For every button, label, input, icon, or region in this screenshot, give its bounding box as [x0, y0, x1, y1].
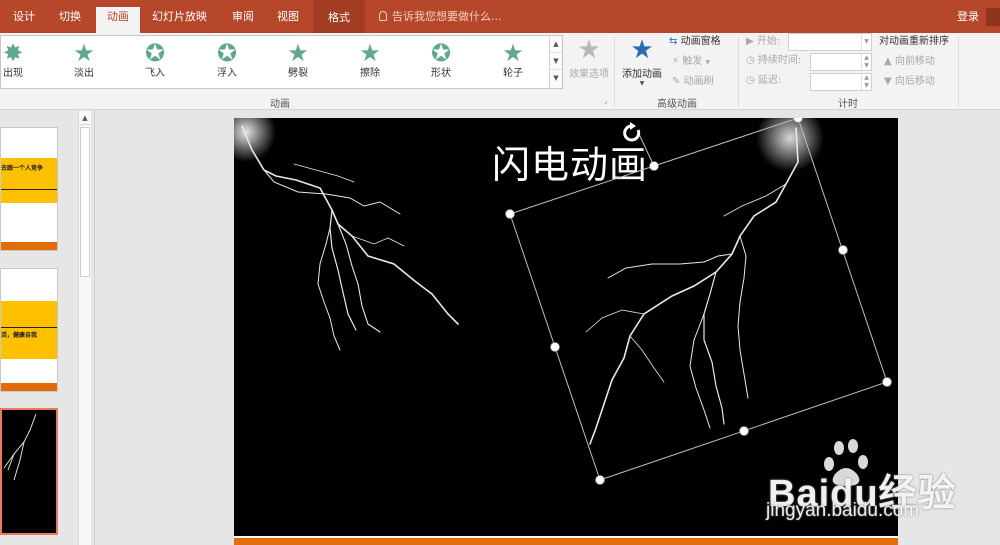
- divider: [614, 37, 615, 107]
- group-label-advanced: 高级动画: [657, 99, 697, 110]
- thumbnail-scrollbar[interactable]: ▲: [78, 111, 91, 545]
- tab-slideshow[interactable]: 幻灯片放映: [152, 7, 207, 33]
- lightning-thumbnail-image: [3, 413, 37, 481]
- tell-me-box[interactable]: 告诉我您想要做什么...: [379, 7, 502, 27]
- anim-shape[interactable]: ✪ 形状: [411, 40, 471, 81]
- spinner-icon[interactable]: ▲ ▼: [861, 74, 871, 90]
- group-label-timing: 计时: [838, 99, 858, 110]
- clock-icon: ◷: [746, 55, 755, 66]
- anim-wheel[interactable]: ★ 轮子: [483, 40, 543, 81]
- thumb-rule: [1, 189, 57, 190]
- play-icon: ▶: [746, 36, 754, 47]
- rotate-handle-icon[interactable]: [623, 122, 641, 142]
- add-star-icon: ★: [630, 35, 654, 65]
- resize-handle[interactable]: [739, 426, 749, 436]
- star-icon: ★: [73, 39, 95, 67]
- trigger-button[interactable]: ⚡ 触发 ▼: [672, 55, 710, 70]
- lightning-icon: ⚡: [672, 56, 680, 67]
- anim-appear[interactable]: ✸ 出现: [0, 40, 43, 81]
- spinner-icon[interactable]: ▲ ▼: [861, 54, 871, 70]
- login-link[interactable]: 登录: [957, 7, 979, 27]
- tab-transitions[interactable]: 切换: [59, 7, 81, 33]
- thumb-text: 去跟一个人竞争: [1, 165, 44, 172]
- chevron-down-icon: ▼: [705, 59, 711, 66]
- resize-handle[interactable]: [550, 342, 560, 352]
- anim-float-in[interactable]: ✪ 浮入: [197, 40, 257, 81]
- divider: [738, 37, 739, 107]
- move-later-button[interactable]: ▼ 向后移动: [884, 75, 935, 89]
- pane-icon: ⇆: [669, 36, 678, 47]
- thumb-rule: [1, 327, 57, 328]
- star-icon: ★: [577, 35, 601, 65]
- brush-icon: ✎: [672, 76, 681, 87]
- delay-label: ◷ 延迟:: [746, 75, 782, 86]
- more-icon[interactable]: ▼: [550, 70, 562, 87]
- slide-thumbnail[interactable]: 去跟一个人竞争: [0, 127, 58, 251]
- gallery-scroll[interactable]: ▲ ▼ ▼: [549, 36, 562, 88]
- powerpoint-window: 设计 切换 动画 幻灯片放映 审阅 视图 格式 告诉我您想要做什么... 登录 …: [0, 0, 1000, 545]
- tab-format[interactable]: 格式: [313, 0, 365, 33]
- thumb-base: [1, 383, 57, 391]
- anim-split[interactable]: ★ 劈裂: [268, 40, 328, 81]
- duration-label: ◷ 持续时间:: [746, 55, 802, 66]
- thumb-base: [1, 242, 57, 250]
- resize-handle[interactable]: [595, 475, 605, 485]
- star-icon: ✪: [430, 39, 452, 67]
- animation-gallery: ✸ 出现 ★ 淡出 ✪ 飞入 ✪ 浮入 ★ 劈裂 ★ 擦除 ✪ 形状 ★ 轮子 ▲ ▼ ▼: [0, 35, 563, 89]
- resize-handle[interactable]: [838, 245, 848, 255]
- add-animation-button[interactable]: ★ 添加动画 ▼: [618, 35, 666, 87]
- reorder-title: 对动画重新排序: [879, 36, 949, 47]
- clock-icon: ◷: [746, 75, 755, 86]
- ribbon-tab-bar: 设计 切换 动画 幻灯片放映 审阅 视图 格式 告诉我您想要做什么... 登录: [0, 0, 1000, 33]
- animation-pane-button[interactable]: ⇆ 动画窗格: [669, 35, 721, 49]
- effect-options-button[interactable]: ★ 效果选项: [565, 35, 613, 80]
- scroll-up-icon[interactable]: ▲: [79, 111, 91, 125]
- star-icon: ✪: [144, 39, 166, 67]
- chevron-down-icon: ▼: [639, 80, 645, 87]
- star-icon: ★: [359, 39, 381, 67]
- dialog-launcher-icon[interactable]: ⌟: [604, 97, 607, 105]
- move-earlier-button[interactable]: ▲ 向前移动: [884, 55, 935, 69]
- start-select[interactable]: ▼: [788, 33, 872, 51]
- resize-handle[interactable]: [882, 377, 892, 387]
- duration-input[interactable]: ▲ ▼: [810, 53, 872, 71]
- resize-handle[interactable]: [505, 209, 515, 219]
- divider: [958, 37, 959, 107]
- group-label-animation: 动画: [270, 99, 290, 110]
- chevron-down-icon: ▼: [861, 34, 871, 50]
- slide-thumbnail-pane: 去跟一个人竞争 活，健康自我 ▲: [0, 111, 95, 545]
- triangle-up-icon: ▲: [884, 56, 892, 67]
- tab-design[interactable]: 设计: [13, 7, 35, 33]
- star-icon: ✪: [216, 39, 238, 67]
- tab-animations[interactable]: 动画: [96, 7, 140, 33]
- resize-handle[interactable]: [649, 161, 659, 171]
- slide-thumbnail[interactable]: 活，健康自我: [0, 268, 58, 392]
- anim-wipe[interactable]: ★ 擦除: [340, 40, 400, 81]
- scroll-up-icon[interactable]: ▲: [550, 36, 562, 53]
- triangle-down-icon: ▼: [884, 76, 892, 87]
- anim-fly-in[interactable]: ✪ 飞入: [125, 40, 185, 81]
- delay-input[interactable]: ▲ ▼: [810, 73, 872, 91]
- slide-thumbnail-selected[interactable]: [0, 408, 58, 535]
- tab-review[interactable]: 审阅: [232, 7, 254, 33]
- scroll-down-icon[interactable]: ▼: [550, 53, 562, 70]
- animation-painter-button[interactable]: ✎ 动画刷: [672, 75, 714, 89]
- account-icon[interactable]: [986, 8, 1000, 26]
- resize-handle[interactable]: [793, 118, 803, 123]
- anim-fade[interactable]: ★ 淡出: [54, 40, 114, 81]
- star-icon: ★: [502, 39, 524, 67]
- tab-view[interactable]: 视图: [277, 7, 299, 33]
- watermark-url: jingyan.baidu.com: [766, 500, 920, 521]
- tell-me-text: 告诉我您想要做什么...: [392, 10, 502, 23]
- scrollbar-thumb[interactable]: [80, 127, 90, 277]
- thumb-text: 活，健康自我: [1, 332, 38, 339]
- star-icon: ✸: [2, 39, 24, 67]
- star-icon: ★: [287, 39, 309, 67]
- lightbulb-icon: [379, 11, 387, 21]
- ribbon: ✸ 出现 ★ 淡出 ✪ 飞入 ✪ 浮入 ★ 劈裂 ★ 擦除 ✪ 形状 ★ 轮子 ▲ ▼ ▼ ★ 效…: [0, 33, 1000, 110]
- start-label: ▶ 开始:: [746, 36, 781, 47]
